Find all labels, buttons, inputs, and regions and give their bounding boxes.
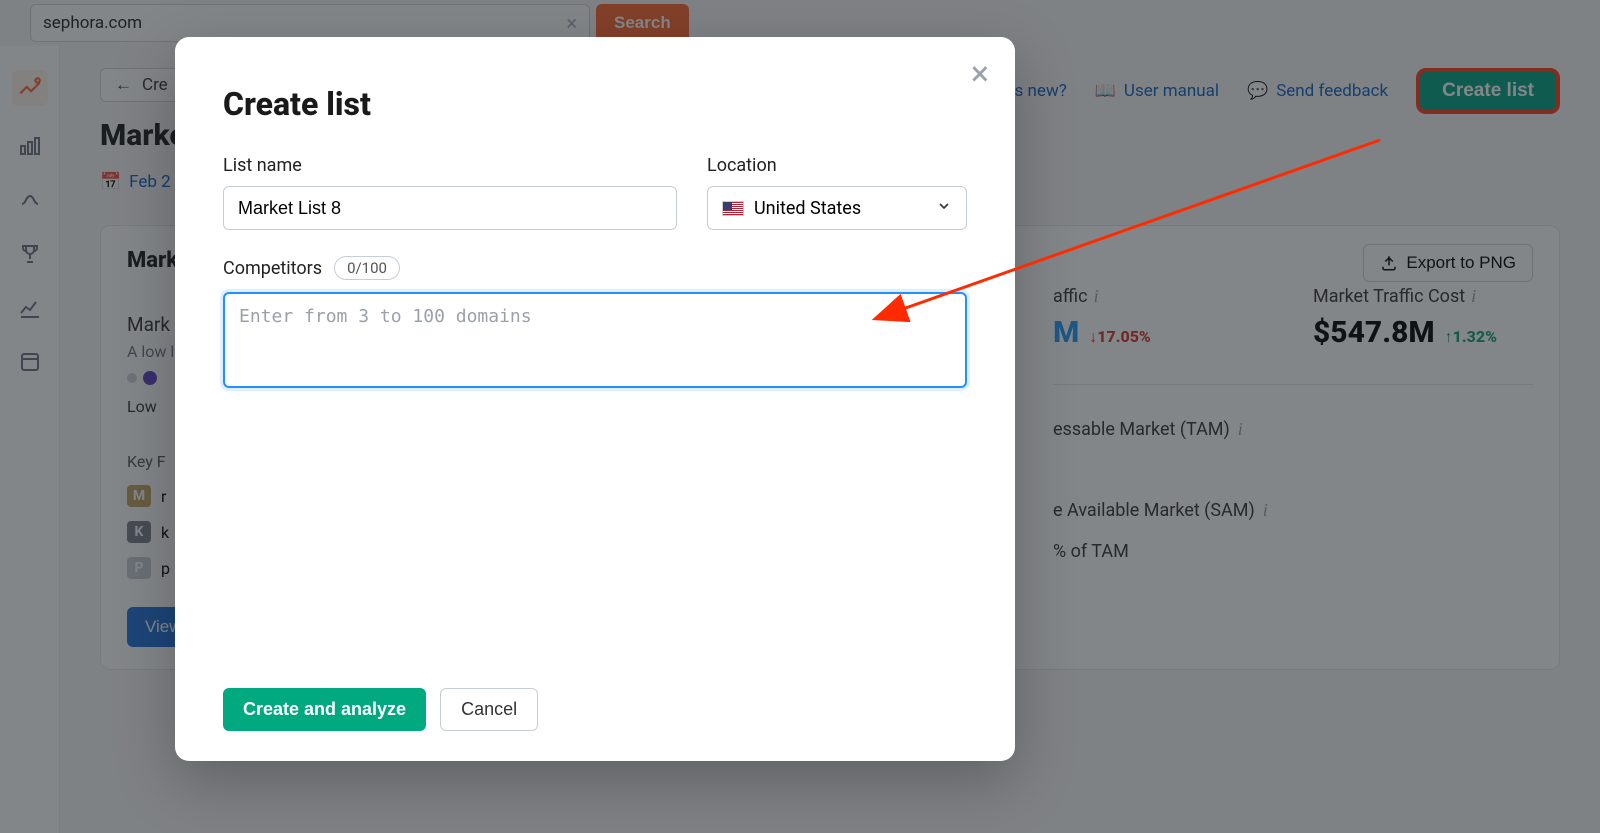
flag-us-icon: [722, 201, 744, 216]
competitors-count-badge: 0/100: [334, 256, 400, 280]
chevron-down-icon: [936, 198, 952, 219]
location-value: United States: [754, 198, 861, 219]
competitors-label: Competitors: [223, 258, 322, 279]
list-name-input[interactable]: [223, 186, 677, 230]
modal-title: Create list: [223, 85, 967, 123]
cancel-button[interactable]: Cancel: [440, 688, 538, 731]
close-icon[interactable]: ×: [971, 57, 989, 91]
create-list-modal: × Create list List name Location United …: [175, 37, 1015, 761]
create-and-analyze-button[interactable]: Create and analyze: [223, 688, 426, 731]
list-name-label: List name: [223, 155, 677, 176]
competitors-input[interactable]: [223, 292, 967, 388]
location-select[interactable]: United States: [707, 186, 967, 230]
location-label: Location: [707, 155, 967, 176]
